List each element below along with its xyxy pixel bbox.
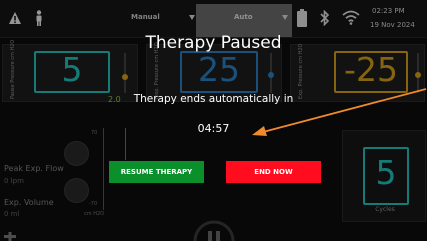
resume-therapy-button[interactable]: RESUME THERAPY bbox=[109, 161, 204, 183]
modal-title: Therapy Paused bbox=[145, 33, 282, 53]
end-now-button[interactable]: END NOW bbox=[226, 161, 321, 183]
annotation-arrow bbox=[252, 88, 427, 136]
